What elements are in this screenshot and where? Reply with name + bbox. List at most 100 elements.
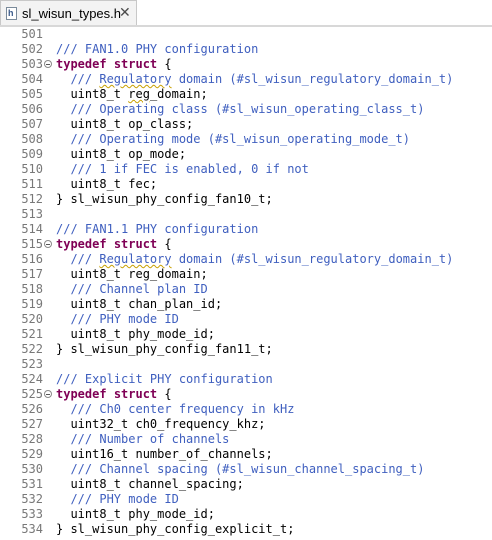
code-line[interactable]: 503 typedef struct {	[0, 57, 492, 72]
code-text: typedef struct {	[56, 237, 172, 252]
code-line[interactable]: 530 /// Channel spacing (#sl_wisun_chann…	[0, 462, 492, 477]
code-line[interactable]: 519 uint8_t chan_plan_id;	[0, 297, 492, 312]
code-token: domain (#sl_wisun_regulatory_domain_t)	[171, 72, 454, 86]
fold-collapse-icon[interactable]	[44, 390, 52, 398]
code-token: /// FAN1.0 PHY configuration	[56, 42, 259, 56]
line-number: 533	[21, 507, 43, 521]
code-line[interactable]: 504 /// Regulatory domain (#sl_wisun_reg…	[0, 72, 492, 87]
code-line[interactable]: 507 uint8_t op_class;	[0, 117, 492, 132]
file-tab-title: sl_wisun_types.h	[22, 6, 121, 21]
code-token: uint8_t chan_plan_id;	[56, 297, 223, 311]
code-line[interactable]: 531 uint8_t channel_spacing;	[0, 477, 492, 492]
code-text: uint8_t channel_spacing;	[56, 477, 244, 492]
code-token: domain (#sl_wisun_regulatory_domain_t)	[171, 252, 454, 266]
line-number: 518	[21, 282, 43, 296]
code-text: /// Operating mode (#sl_wisun_operating_…	[56, 132, 410, 147]
code-line[interactable]: 521 uint8_t phy_mode_id;	[0, 327, 492, 342]
code-line[interactable]: 518 /// Channel plan ID	[0, 282, 492, 297]
code-line[interactable]: 515 typedef struct {	[0, 237, 492, 252]
line-number: 527	[21, 417, 43, 431]
code-line[interactable]: 520 /// PHY mode ID	[0, 312, 492, 327]
code-token: uint8_t reg_domain;	[56, 267, 208, 281]
code-text: /// Number of channels	[56, 432, 229, 447]
code-line[interactable]: 534 } sl_wisun_phy_config_explicit_t;	[0, 522, 492, 537]
line-number: 534	[21, 522, 43, 536]
code-line[interactable]: 532 /// PHY mode ID	[0, 492, 492, 507]
code-line[interactable]: 502 /// FAN1.0 PHY configuration	[0, 42, 492, 57]
code-token: /// PHY mode ID	[70, 312, 179, 326]
code-token: uint8_t fec;	[56, 177, 158, 191]
code-text: } sl_wisun_phy_config_explicit_t;	[56, 522, 294, 537]
code-line[interactable]: 525 typedef struct {	[0, 387, 492, 402]
line-number: 523	[21, 357, 43, 371]
code-line[interactable]: 512} sl_wisun_phy_config_fan10_t;	[0, 192, 492, 207]
code-token: typedef	[56, 387, 107, 401]
code-text: /// Regulatory domain (#sl_wisun_regulat…	[56, 252, 453, 267]
line-number: 519	[21, 297, 43, 311]
code-text: uint8_t op_class;	[56, 117, 193, 132]
editor-tab-bar: h sl_wisun_types.h ✕	[0, 0, 492, 27]
code-line[interactable]: 508 /// Operating mode (#sl_wisun_operat…	[0, 132, 492, 147]
code-line[interactable]: 514 /// FAN1.1 PHY configuration	[0, 222, 492, 237]
code-line[interactable]: 527 uint32_t ch0_frequency_khz;	[0, 417, 492, 432]
line-number: 520	[21, 312, 43, 326]
code-text: typedef struct {	[56, 387, 172, 402]
code-line[interactable]: 517 uint8_t reg_domain;	[0, 267, 492, 282]
header-file-icon: h	[6, 7, 17, 20]
code-text: /// Ch0 center frequency in kHz	[56, 402, 294, 417]
line-number: 502	[21, 42, 43, 56]
code-text: uint8_t phy_mode_id;	[56, 507, 215, 522]
code-line[interactable]: 529 uint16_t number_of_channels;	[0, 447, 492, 462]
code-token: } sl_wisun_phy_config_fan10_t;	[56, 192, 273, 206]
code-token: Regulatory	[99, 72, 172, 86]
code-line[interactable]: 511 uint8_t fec;	[0, 177, 492, 192]
code-line[interactable]: 526 /// Ch0 center frequency in kHz	[0, 402, 492, 417]
code-line[interactable]: 528 /// Number of channels	[0, 432, 492, 447]
code-text: } sl_wisun_phy_config_fan10_t;	[56, 192, 273, 207]
code-token: uint16_t number_of_channels;	[56, 447, 273, 461]
code-editor[interactable]: 501 502 /// FAN1.0 PHY configuration 503 typ…	[0, 27, 492, 540]
code-line[interactable]: 506 /// Operating class (#sl_wisun_opera…	[0, 102, 492, 117]
code-token: uint8_t	[56, 87, 129, 101]
code-token: typedef	[56, 57, 107, 71]
code-text: /// Channel spacing (#sl_wisun_channel_s…	[56, 462, 424, 477]
code-line[interactable]: 513	[0, 207, 492, 222]
code-line[interactable]: 505 uint8_t reg_domain;	[0, 87, 492, 102]
code-token: struct	[113, 387, 158, 401]
code-token: ///	[70, 72, 100, 86]
code-line[interactable]: 524 /// Explicit PHY configuration	[0, 372, 492, 387]
code-line[interactable]: 509 uint8_t op_mode;	[0, 147, 492, 162]
code-text: /// Explicit PHY configuration	[56, 372, 273, 387]
fold-collapse-icon[interactable]	[44, 60, 52, 68]
code-token: uint8_t op_class;	[56, 117, 194, 131]
fold-collapse-icon[interactable]	[44, 240, 52, 248]
code-text: uint8_t reg_domain;	[56, 87, 207, 102]
close-icon[interactable]: ✕	[119, 4, 131, 22]
code-line[interactable]: 501	[0, 27, 492, 42]
line-number: 506	[21, 102, 43, 116]
code-line[interactable]: 533 uint8_t phy_mode_id;	[0, 507, 492, 522]
code-line[interactable]: 516 /// Regulatory domain (#sl_wisun_reg…	[0, 252, 492, 267]
code-text: /// Regulatory domain (#sl_wisun_regulat…	[56, 72, 453, 87]
code-token: uint8_t channel_spacing;	[56, 477, 244, 491]
code-line[interactable]: 523	[0, 357, 492, 372]
code-text: /// PHY mode ID	[56, 492, 178, 507]
code-token: /// FAN1.1 PHY configuration	[56, 222, 259, 236]
line-number: 516	[21, 252, 43, 266]
code-line[interactable]: 510 /// 1 if FEC is enabled, 0 if not	[0, 162, 492, 177]
line-number: 507	[21, 117, 43, 131]
code-token: {	[157, 387, 172, 401]
file-tab[interactable]: h sl_wisun_types.h ✕	[0, 0, 137, 25]
code-line[interactable]: 522} sl_wisun_phy_config_fan11_t;	[0, 342, 492, 357]
line-number: 524	[21, 372, 43, 386]
line-number: 517	[21, 267, 43, 281]
